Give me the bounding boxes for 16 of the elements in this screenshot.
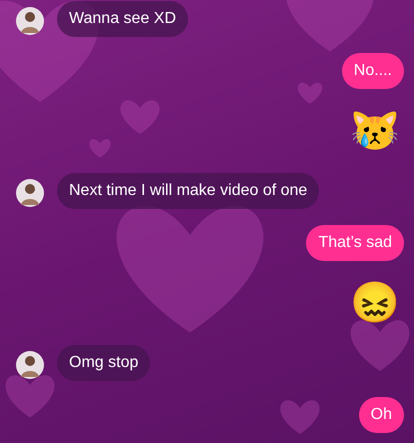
avatar-icon[interactable]	[16, 179, 44, 207]
avatar-icon[interactable]	[16, 7, 44, 35]
emoji-message: 😖	[350, 280, 400, 327]
heart-shape	[280, 400, 320, 434]
heart-shape	[120, 100, 160, 134]
message-bubble: No....	[342, 53, 404, 89]
message-bubble: Omg stop	[57, 345, 150, 381]
heart-shape	[6, 375, 54, 418]
message-bubble: Next time I will make video of one	[57, 173, 320, 209]
message-bubble: That’s sad	[306, 225, 404, 261]
emoji-message: 😿	[350, 108, 400, 155]
heart-shape	[298, 82, 322, 104]
heart-shape	[89, 139, 111, 158]
message-bubble: Wanna see XD	[57, 1, 188, 37]
avatar-icon[interactable]	[16, 351, 44, 379]
message-bubble: Oh	[358, 397, 404, 433]
